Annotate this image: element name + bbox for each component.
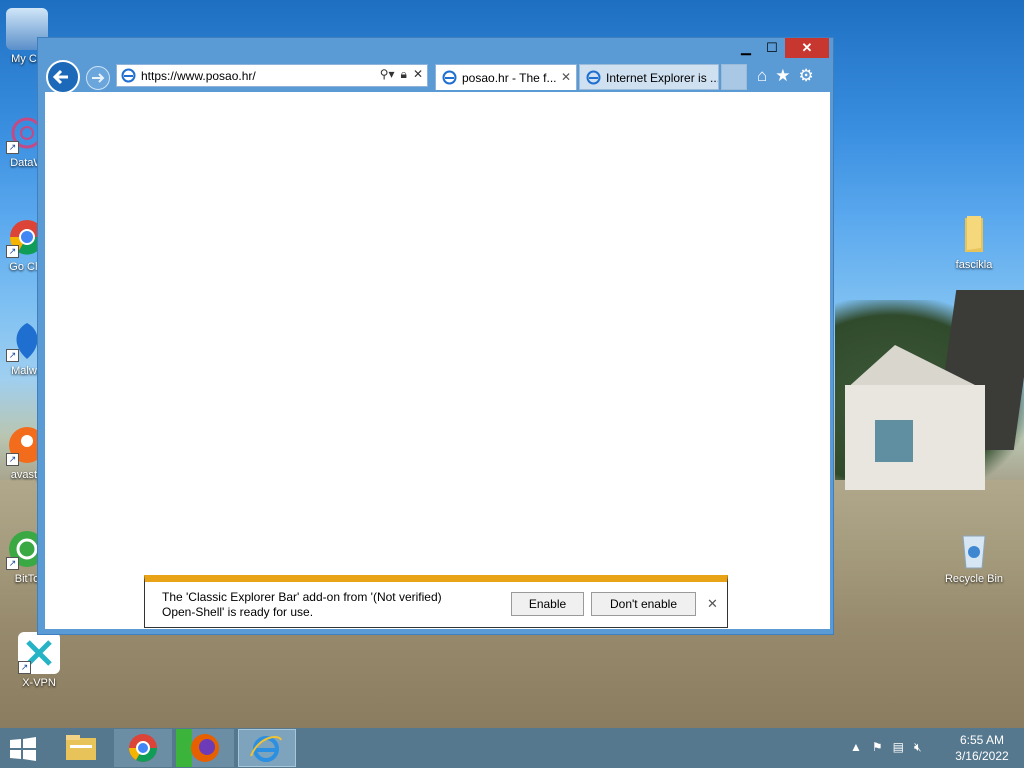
home-icon[interactable]: ⌂ <box>757 66 767 86</box>
network-icon[interactable]: ▤ <box>893 740 904 755</box>
taskbar-internet-explorer[interactable] <box>238 729 296 767</box>
address-url[interactable]: https://www.posao.hr/ <box>141 69 256 83</box>
tab-title: Internet Explorer is ... <box>606 71 719 85</box>
address-tools: ⚲▾ 🔒︎ ✕ <box>380 67 423 82</box>
taskbar-file-explorer[interactable] <box>52 729 110 767</box>
gear-icon[interactable]: ⚙ <box>799 66 814 86</box>
taskbar-chrome[interactable] <box>114 729 172 767</box>
tab-title: posao.hr - The f... <box>462 71 557 85</box>
system-tray: ▲ ⚑ ▤ 🔇︎ <box>850 740 922 755</box>
firefox-icon <box>176 729 219 767</box>
enable-button[interactable]: Enable <box>511 592 584 616</box>
command-icons: ⌂ ★ ⚙ <box>757 66 814 86</box>
recycle-bin-icon <box>953 528 995 570</box>
ie-window: ▁ ☐ ✕ https://www.posao.hr/ ⚲▾ 🔒︎ ✕ posa… <box>37 37 834 635</box>
new-tab-button[interactable] <box>721 64 747 90</box>
file-explorer-icon <box>66 735 96 760</box>
desktop-icon-recycle-bin[interactable]: Recycle Bin <box>939 528 1009 585</box>
taskbar-firefox[interactable] <box>176 729 234 767</box>
forward-arrow-icon <box>92 73 105 83</box>
clock[interactable]: 6:55 AM 3/16/2022 <box>950 732 1014 764</box>
x-vpn-icon: ↗ <box>18 632 60 674</box>
internet-explorer-icon <box>250 736 282 762</box>
minimize-button[interactable]: ▁ <box>733 38 759 58</box>
tab-internet-explorer[interactable]: Internet Explorer is ... <box>579 64 719 90</box>
wallpaper-house <box>845 290 1024 490</box>
chrome-icon <box>129 734 157 762</box>
caption-buttons: ▁ ☐ ✕ <box>733 38 829 58</box>
tab-posao[interactable]: posao.hr - The f... ✕ <box>435 64 577 90</box>
back-button[interactable] <box>46 60 80 94</box>
folder-icon <box>953 214 995 256</box>
navigation-bar: https://www.posao.hr/ ⚲▾ 🔒︎ ✕ posao.hr -… <box>44 58 829 94</box>
ie-tab-icon <box>442 70 457 85</box>
desktop-icon-fascikla[interactable]: fascikla <box>939 214 1009 271</box>
close-button[interactable]: ✕ <box>785 38 829 58</box>
desktop-icon-x-vpn[interactable]: ↗ X-VPN <box>4 632 74 689</box>
ie-page-icon <box>121 68 136 83</box>
tab-close-icon[interactable]: ✕ <box>561 70 571 84</box>
page-content[interactable] <box>45 92 830 629</box>
volume-muted-icon[interactable]: 🔇︎ <box>914 740 922 755</box>
stop-icon[interactable]: ✕ <box>413 67 423 82</box>
action-center-flag-icon[interactable]: ⚑ <box>872 740 883 755</box>
desktop: My Co ↗ DataW ↗ Go Chr ↗ Malwa ↗ avast_ … <box>0 0 1024 728</box>
addon-notification-bar: The 'Classic Explorer Bar' add-on from '… <box>144 575 728 628</box>
lock-icon[interactable]: 🔒︎ <box>401 67 407 82</box>
search-icon[interactable]: ⚲▾ <box>380 67 395 82</box>
notification-message: The 'Classic Explorer Bar' add-on from '… <box>162 590 442 619</box>
maximize-button[interactable]: ☐ <box>759 38 785 58</box>
start-button[interactable] <box>8 736 38 762</box>
dont-enable-button[interactable]: Don't enable <box>591 592 696 616</box>
notification-close-icon[interactable]: ✕ <box>707 596 718 612</box>
windows-logo-icon <box>10 737 36 761</box>
ie-tab-icon <box>586 70 601 85</box>
address-bar[interactable]: https://www.posao.hr/ ⚲▾ 🔒︎ ✕ <box>116 64 428 87</box>
tray-expand-icon[interactable]: ▲ <box>850 740 862 755</box>
forward-button[interactable] <box>86 66 110 90</box>
back-arrow-icon <box>52 69 68 85</box>
taskbar: ▲ ⚑ ▤ 🔇︎ 6:55 AM 3/16/2022 <box>0 728 1024 768</box>
favorites-star-icon[interactable]: ★ <box>775 66 790 86</box>
